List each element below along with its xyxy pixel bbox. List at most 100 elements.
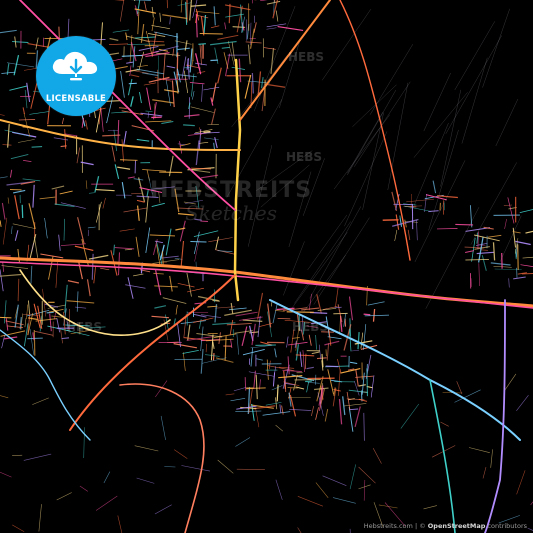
minor-street — [406, 198, 435, 203]
minor-street — [233, 387, 246, 392]
minor-street — [525, 230, 533, 234]
minor-street — [516, 470, 526, 495]
minor-street — [252, 0, 253, 4]
minor-street — [204, 137, 219, 141]
track-line — [454, 21, 495, 91]
arterial-diagonal-south — [69, 274, 236, 431]
minor-street — [224, 4, 251, 11]
minor-street — [456, 381, 463, 395]
minor-street — [231, 66, 245, 70]
minor-street — [238, 58, 242, 83]
minor-street — [121, 54, 143, 57]
minor-street — [174, 449, 188, 459]
minor-street — [504, 218, 507, 229]
minor-street — [142, 169, 167, 172]
minor-street — [56, 318, 61, 333]
minor-street — [0, 220, 2, 227]
minor-street — [262, 411, 291, 416]
minor-street — [123, 207, 147, 213]
minor-street — [136, 199, 145, 203]
minor-street — [349, 464, 356, 490]
minor-street — [129, 35, 133, 63]
map-poster: HEBS HEBS HEBS HEBS HEBSTREITS Sketches … — [0, 0, 533, 533]
minor-street — [2, 261, 5, 272]
minor-street — [40, 253, 64, 259]
arterial-south-loop — [119, 383, 205, 533]
minor-street — [281, 405, 284, 415]
minor-street — [468, 447, 490, 453]
minor-street — [324, 408, 329, 422]
minor-street — [215, 249, 236, 255]
minor-street — [58, 234, 61, 251]
minor-street — [507, 197, 515, 224]
minor-street — [18, 118, 36, 121]
minor-street — [177, 47, 190, 51]
minor-street — [322, 475, 347, 486]
minor-street — [455, 223, 474, 226]
minor-street — [230, 302, 234, 314]
minor-street — [146, 30, 153, 55]
minor-street — [266, 23, 287, 28]
minor-street — [32, 397, 49, 405]
minor-street — [154, 285, 178, 288]
minor-street — [205, 354, 220, 357]
minor-street — [160, 415, 166, 440]
minor-street — [95, 189, 115, 192]
watermark-hebs-4: HEBS — [286, 150, 323, 164]
minor-street — [228, 3, 231, 24]
minor-street — [249, 22, 252, 45]
credit-osm-link[interactable]: OpenStreetMap — [428, 522, 486, 530]
minor-street — [211, 82, 217, 102]
minor-street — [260, 0, 268, 1]
watermark-hebs-3: HEBS — [292, 320, 329, 334]
minor-street — [287, 356, 290, 375]
minor-street — [343, 403, 367, 407]
minor-street — [188, 102, 191, 110]
credit-site[interactable]: Hebstreits.com — [364, 522, 413, 530]
minor-street — [123, 130, 127, 147]
minor-street — [114, 0, 125, 1]
minor-street — [22, 178, 41, 182]
minor-street — [86, 279, 91, 297]
minor-street — [286, 311, 314, 313]
minor-street — [217, 459, 234, 474]
minor-street — [134, 36, 157, 39]
minor-street — [476, 251, 494, 255]
minor-street — [137, 65, 148, 68]
minor-street — [136, 138, 150, 142]
minor-street — [232, 26, 246, 28]
minor-street — [212, 353, 215, 361]
track-line — [495, 98, 519, 147]
minor-street — [177, 143, 186, 146]
minor-street — [173, 343, 198, 349]
minor-street — [217, 250, 233, 252]
minor-street — [214, 137, 218, 149]
minor-street — [139, 92, 142, 104]
minor-street — [151, 25, 170, 30]
minor-street — [265, 83, 286, 88]
minor-street — [256, 358, 263, 361]
minor-street — [12, 524, 25, 532]
minor-street — [297, 527, 302, 533]
licensable-badge[interactable]: LICENSABLE — [36, 36, 116, 116]
minor-street — [272, 304, 278, 324]
minor-street — [28, 300, 30, 314]
minor-street — [299, 351, 303, 367]
minor-street — [253, 370, 256, 389]
minor-street — [522, 256, 533, 259]
minor-street — [255, 407, 260, 428]
minor-street — [169, 16, 171, 25]
minor-street — [134, 5, 139, 17]
minor-street — [203, 14, 207, 34]
minor-street — [24, 89, 28, 109]
minor-street — [177, 322, 181, 348]
minor-street — [195, 140, 200, 166]
minor-street — [215, 236, 219, 250]
minor-street — [34, 237, 39, 258]
minor-street — [176, 80, 179, 94]
minor-street — [77, 217, 85, 244]
minor-street — [244, 74, 252, 99]
minor-street — [332, 497, 356, 504]
minor-street — [162, 52, 166, 81]
minor-street — [182, 350, 199, 354]
